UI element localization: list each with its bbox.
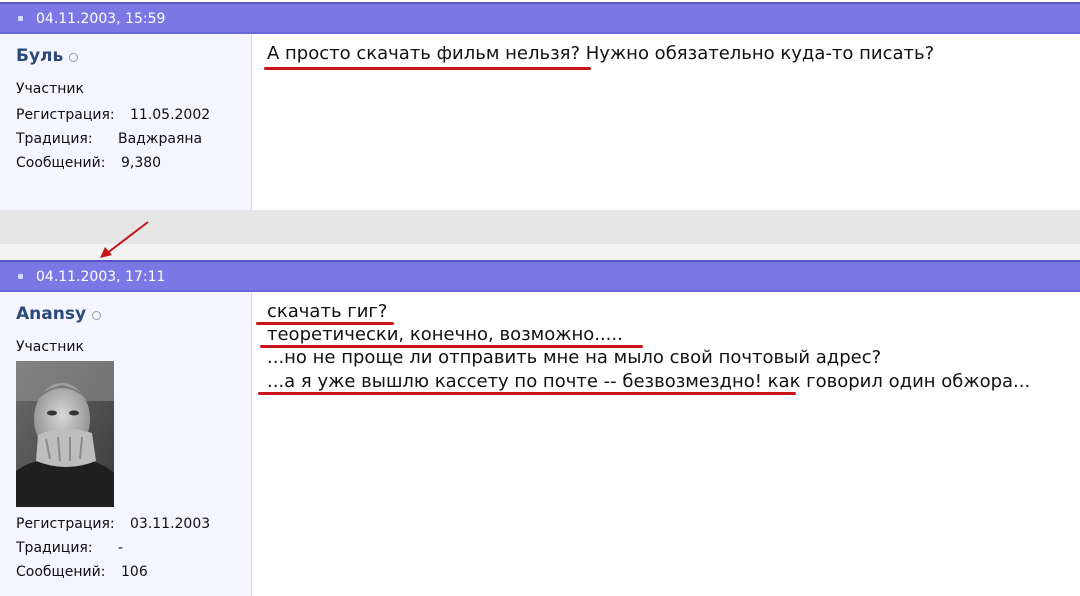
user-rank: Участник xyxy=(16,339,84,355)
user-info-panel-1: Буль Участник Регистрация: 11.05.2002 Тр… xyxy=(0,34,252,210)
online-status-icon xyxy=(92,311,101,320)
tradition-value: - xyxy=(118,540,124,556)
username[interactable]: Буль xyxy=(16,46,63,66)
username[interactable]: Anansy xyxy=(16,304,86,324)
messages-label: Сообщений: xyxy=(16,155,106,171)
message-line: скачать гиг? xyxy=(267,301,388,322)
messages-label: Сообщений: xyxy=(16,564,106,580)
post-header-2: 04.11.2003, 17:11 xyxy=(0,260,1080,292)
avatar-photo[interactable] xyxy=(16,361,114,507)
post-date: 04.11.2003, 17:11 xyxy=(36,269,166,285)
tradition-value: Ваджраяна xyxy=(118,131,203,147)
message-line: теоретически, конечно, возможно..... xyxy=(267,324,623,345)
post-separator-strip xyxy=(0,244,1080,260)
post-message-1: А просто скачать фильм нельзя? Нужно обя… xyxy=(252,34,1080,210)
registration-label: Регистрация: xyxy=(16,516,115,532)
message-line: А просто скачать фильм нельзя? Нужно обя… xyxy=(267,43,935,64)
post-bullet-icon xyxy=(18,274,23,279)
post-header-1: 04.11.2003, 15:59 xyxy=(0,2,1080,34)
red-underline-annotation xyxy=(258,392,796,395)
message-line: ...а я уже вышлю кассету по почте -- без… xyxy=(267,371,1031,392)
user-rank: Участник xyxy=(16,81,84,97)
post-separator xyxy=(0,210,1080,244)
message-line: ...но не проще ли отправить мне на мыло … xyxy=(267,347,882,368)
registration-date: 03.11.2003 xyxy=(130,516,211,532)
red-underline-annotation xyxy=(264,67,591,70)
online-status-icon xyxy=(69,53,78,62)
red-arrow-annotation xyxy=(100,221,149,258)
tradition-label: Традиция: xyxy=(16,131,93,147)
messages-count: 106 xyxy=(121,564,148,580)
messages-count: 9,380 xyxy=(121,155,162,171)
registration-label: Регистрация: xyxy=(16,107,115,123)
post-message-2: скачать гиг? теоретически, конечно, возм… xyxy=(252,292,1080,596)
tradition-label: Традиция: xyxy=(16,540,93,556)
post-bullet-icon xyxy=(18,16,23,21)
registration-date: 11.05.2002 xyxy=(130,107,211,123)
post-date: 04.11.2003, 15:59 xyxy=(36,11,166,27)
